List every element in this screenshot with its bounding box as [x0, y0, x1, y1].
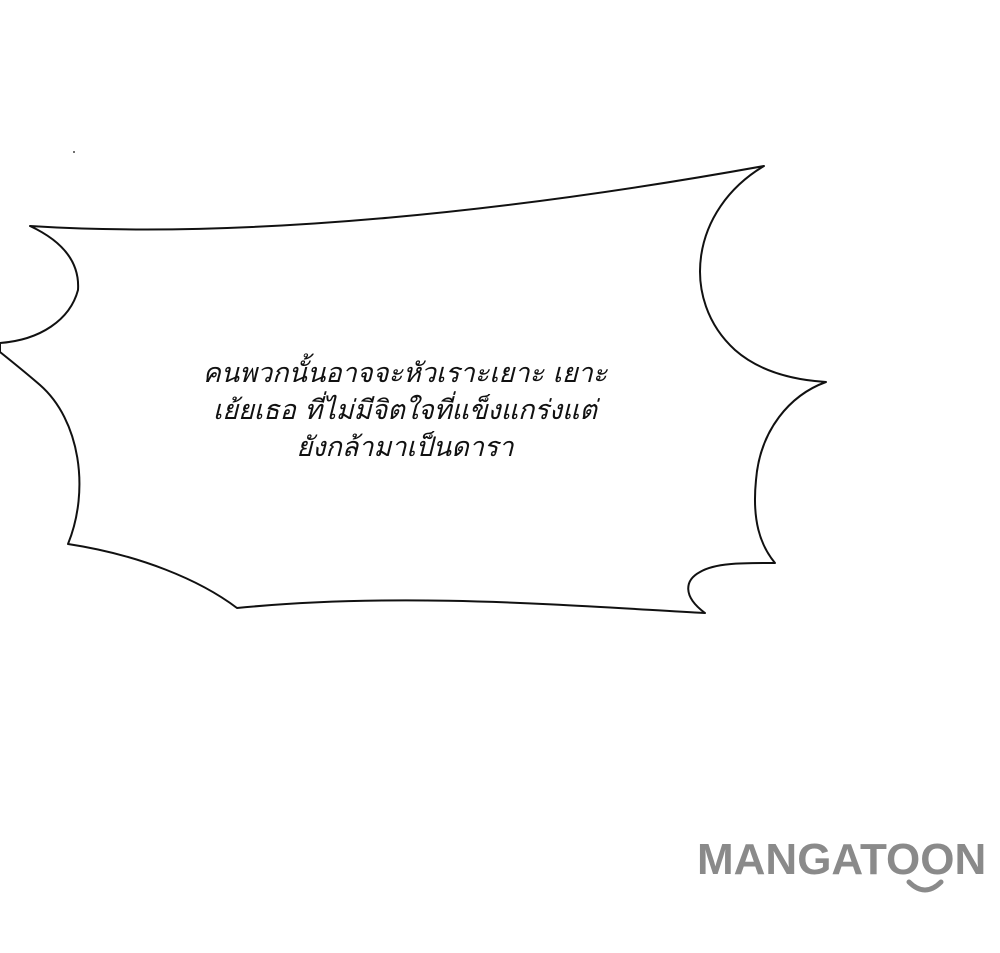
speech-bubble-text: คนพวกนั้นอาจจะหัวเราะเยาะ เยาะ เย้ยเธอ ท… — [150, 355, 660, 466]
speech-line: เย้ยเธอ ที่ไม่มีจิตใจที่แข็งแกร่งแต่ — [213, 395, 597, 426]
speech-line: ยังกล้ามาเป็นดารา — [296, 432, 514, 463]
watermark-text: MANGATOON — [697, 835, 987, 884]
comic-panel: คนพวกนั้นอาจจะหัวเราะเยาะ เยาะ เย้ยเธอ ท… — [0, 0, 1000, 953]
speech-line: คนพวกนั้นอาจจะหัวเราะเยาะ เยาะ — [202, 358, 608, 389]
speech-bubble-outline — [0, 165, 827, 614]
smile-icon — [906, 879, 944, 893]
mangatoon-watermark: MANGATOON — [697, 838, 1000, 908]
